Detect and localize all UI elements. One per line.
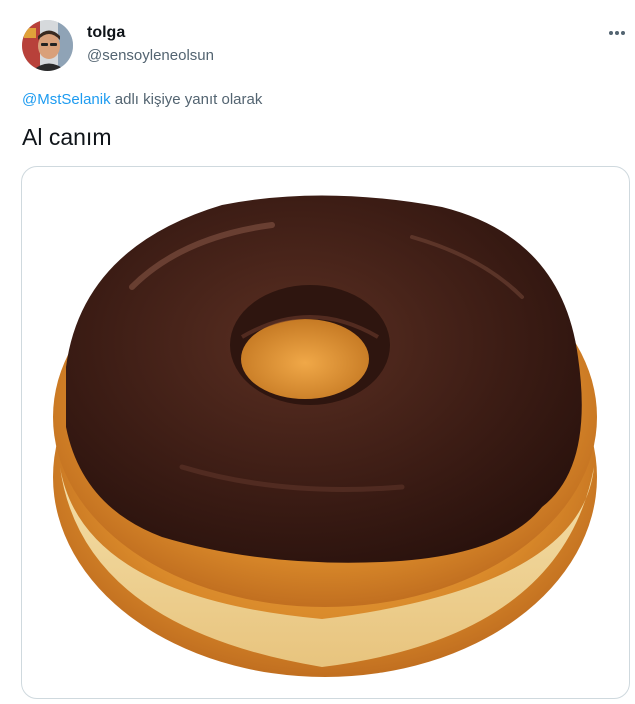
mention-link[interactable]: @MstSelanik [22, 91, 111, 108]
more-horizontal-icon [609, 31, 625, 35]
display-name[interactable]: tolga [87, 24, 125, 42]
more-options-button[interactable] [606, 22, 628, 44]
tweet-text: Al canım [22, 124, 112, 150]
reply-context-text: adlı kişiye yanıt olarak [114, 91, 263, 108]
tweet-media[interactable] [21, 166, 630, 699]
user-handle[interactable]: @sensoyleneolsun [87, 47, 214, 64]
avatar-image [22, 20, 73, 71]
tweet: tolga @sensoyleneolsun @MstSelanik adlı … [0, 0, 635, 704]
avatar[interactable] [22, 20, 73, 71]
donut-photo [53, 195, 597, 677]
reply-context: @MstSelanik adlı kişiye yanıt olarak [22, 91, 262, 108]
